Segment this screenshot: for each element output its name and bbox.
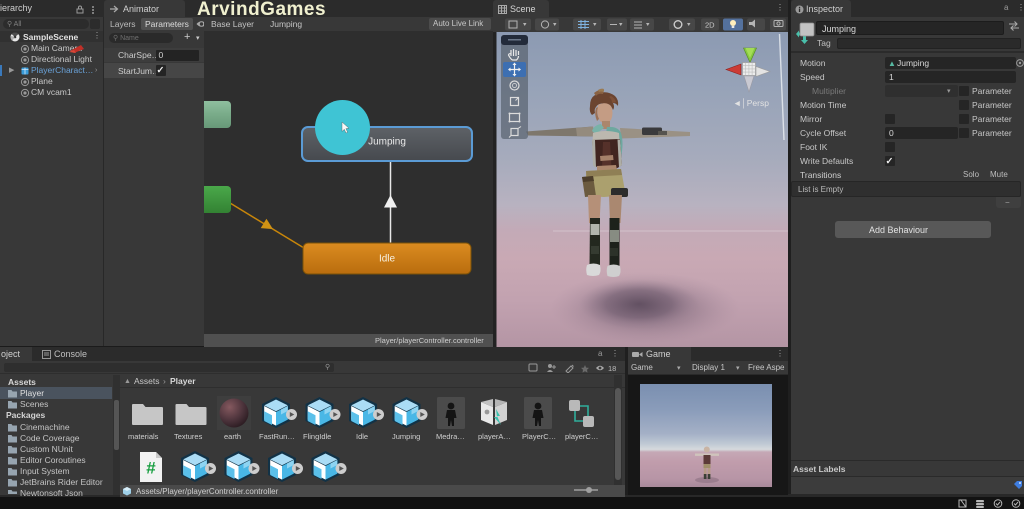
svg-text:2D: 2D: [705, 21, 715, 30]
svg-text:Idle: Idle: [379, 254, 396, 265]
svg-text:18: 18: [608, 364, 616, 373]
svg-text:Jumping: Jumping: [368, 137, 406, 148]
svg-text:#: #: [146, 459, 156, 478]
svg-text:◄│Persp: ◄│Persp: [733, 98, 769, 109]
